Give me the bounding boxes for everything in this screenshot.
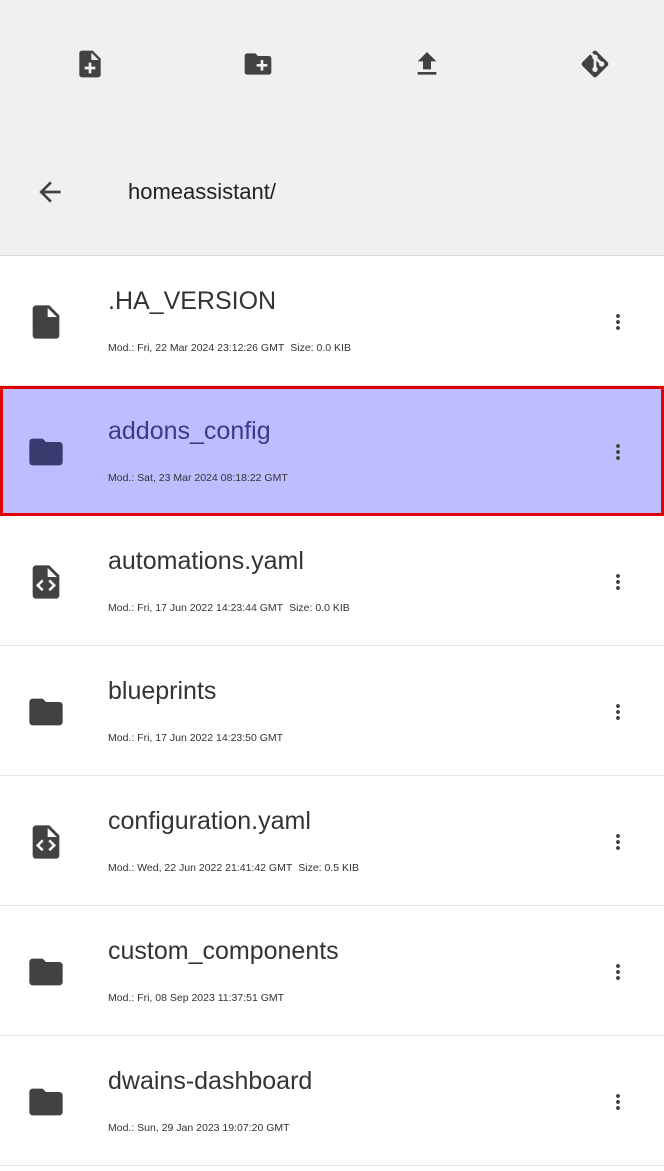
more-vertical-icon (616, 444, 620, 460)
file-size: Size: 0.5 KIB (298, 862, 359, 874)
more-options-button[interactable] (600, 952, 636, 992)
file-list: .HA_VERSION Mod.: Fri, 22 Mar 2024 23:12:… (0, 256, 664, 1166)
more-options-button[interactable] (600, 1082, 636, 1122)
file-modified: Mod.: Fri, 17 Jun 2022 14:23:44 GMT (108, 602, 284, 614)
back-button[interactable] (26, 168, 74, 216)
more-vertical-icon (616, 834, 620, 850)
file-list-item[interactable]: .HA_VERSION Mod.: Fri, 22 Mar 2024 23:12:… (0, 256, 664, 386)
arrow-left-icon (39, 181, 61, 203)
more-options-button[interactable] (600, 822, 636, 862)
file-meta: Mod.: Fri, 17 Jun 2022 14:23:44 GMT Size:… (108, 600, 350, 616)
current-path: homeassistant/ (128, 179, 276, 204)
file-list-item[interactable]: configuration.yaml Mod.: Wed, 22 Jun 2022… (0, 776, 664, 906)
file-modified: Mod.: Fri, 22 Mar 2024 23:12:26 GMT (108, 342, 285, 354)
more-vertical-icon (616, 1094, 620, 1110)
toolbar-header: homeassistant/ (0, 0, 664, 256)
git-button[interactable] (571, 40, 619, 88)
file-size: Size: 0.0 KIB (290, 342, 351, 354)
file-meta: Mod.: Fri, 17 Jun 2022 14:23:50 GMT (108, 730, 283, 746)
new-folder-icon (244, 53, 272, 75)
file-name: blueprints (108, 677, 217, 705)
file-list-item[interactable]: dwains-dashboard Mod.: Sun, 29 Jan 2023 1… (0, 1036, 664, 1166)
new-file-button[interactable] (66, 40, 114, 88)
file-name: .HA_VERSION (108, 287, 277, 315)
file-list-item[interactable]: blueprints Mod.: Fri, 17 Jun 2022 14:23:5… (0, 646, 664, 776)
code-file-icon (24, 560, 68, 604)
file-icon (24, 300, 68, 344)
folder-icon (24, 1080, 68, 1124)
git-icon (581, 50, 609, 78)
new-folder-button[interactable] (234, 40, 282, 88)
file-list-item[interactable]: automations.yaml Mod.: Fri, 17 Jun 2022 1… (0, 516, 664, 646)
folder-icon (24, 690, 68, 734)
file-modified: Mod.: Fri, 08 Sep 2023 11:37:51 GMT (108, 992, 285, 1004)
more-vertical-icon (616, 314, 620, 330)
file-meta: Mod.: Sun, 29 Jan 2023 19:07:20 GMT (108, 1120, 290, 1136)
file-modified: Mod.: Fri, 17 Jun 2022 14:23:50 GMT (108, 732, 284, 744)
file-name: custom_components (108, 937, 339, 965)
more-options-button[interactable] (600, 302, 636, 342)
folder-icon (24, 430, 68, 474)
upload-button[interactable] (403, 40, 451, 88)
more-options-button[interactable] (600, 432, 636, 472)
more-vertical-icon (616, 964, 620, 980)
file-name: automations.yaml (108, 547, 304, 575)
more-options-button[interactable] (600, 562, 636, 602)
folder-icon (24, 950, 68, 994)
upload-icon (417, 52, 437, 75)
new-file-icon (79, 50, 101, 78)
file-modified: Mod.: Sun, 29 Jan 2023 19:07:20 GMT (108, 1122, 290, 1134)
file-size: Size: 0.0 KIB (289, 602, 350, 614)
more-vertical-icon (616, 574, 620, 590)
more-options-button[interactable] (600, 692, 636, 732)
file-list-item[interactable]: addons_config Mod.: Sat, 23 Mar 2024 08:1… (0, 386, 664, 516)
file-modified: Mod.: Sat, 23 Mar 2024 08:18:22 GMT (108, 472, 288, 484)
file-list-item[interactable]: custom_components Mod.: Fri, 08 Sep 2023 … (0, 906, 664, 1036)
file-name: configuration.yaml (108, 807, 311, 835)
file-modified: Mod.: Wed, 22 Jun 2022 21:41:42 GMT (108, 862, 293, 874)
code-file-icon (24, 820, 68, 864)
file-meta: Mod.: Wed, 22 Jun 2022 21:41:42 GMT Size:… (108, 860, 359, 876)
file-name: addons_config (108, 417, 271, 445)
more-vertical-icon (616, 704, 620, 720)
file-meta: Mod.: Fri, 22 Mar 2024 23:12:26 GMT Size:… (108, 340, 351, 356)
file-name: dwains-dashboard (108, 1067, 313, 1095)
file-meta: Mod.: Sat, 23 Mar 2024 08:18:22 GMT (108, 470, 288, 486)
file-meta: Mod.: Fri, 08 Sep 2023 11:37:51 GMT (108, 990, 284, 1006)
